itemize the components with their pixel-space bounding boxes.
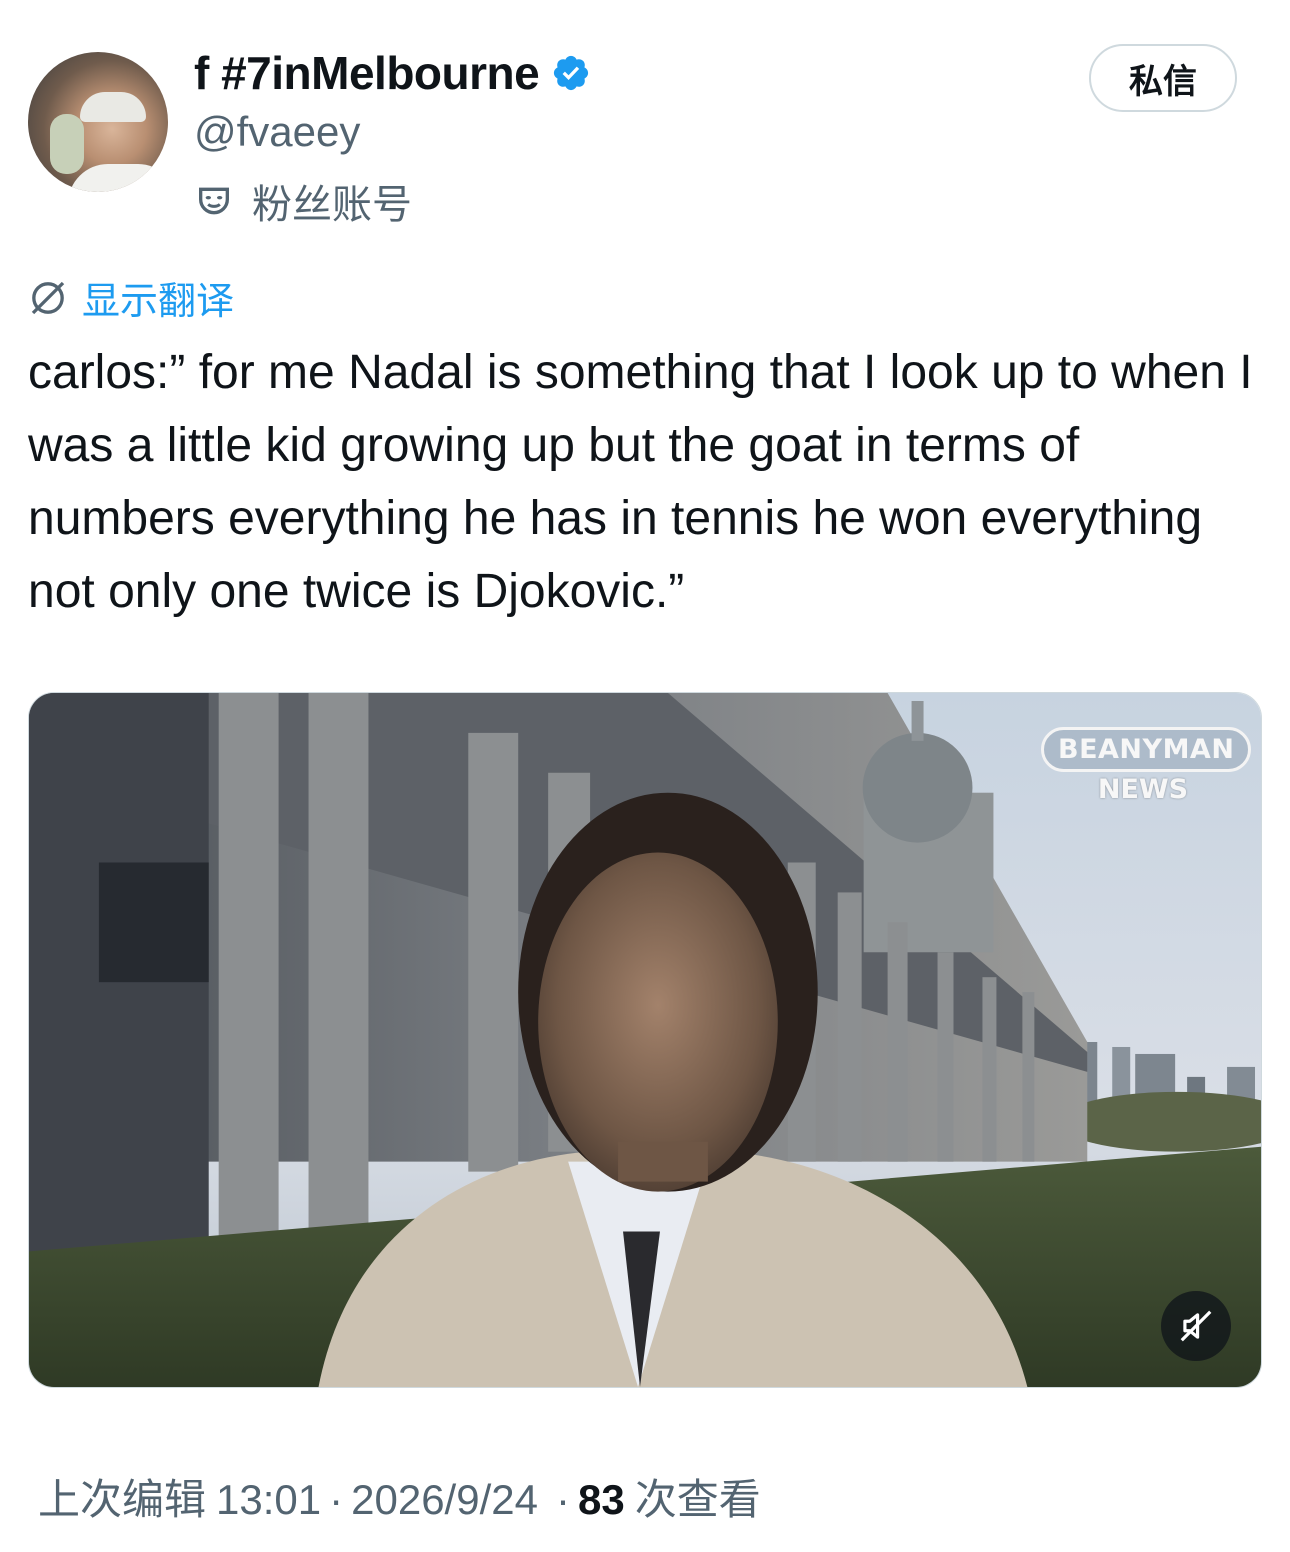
tweet-time[interactable]: 13:01 xyxy=(216,1476,321,1524)
user-handle[interactable]: @fvaeey xyxy=(194,108,360,156)
meta-separator: · xyxy=(329,1476,344,1523)
user-name-row[interactable]: f #7inMelbourne xyxy=(194,46,591,100)
mask-icon xyxy=(199,187,229,215)
avatar-cap xyxy=(80,92,146,122)
translate-link[interactable]: 显示翻译 xyxy=(28,270,234,325)
watermark: BEANYMAN NEWS xyxy=(1041,727,1252,805)
views-count[interactable]: 83 xyxy=(578,1476,625,1524)
edited-label[interactable]: 上次编辑 xyxy=(38,1466,206,1527)
translate-label[interactable]: 显示翻译 xyxy=(82,270,234,325)
mute-button[interactable] xyxy=(1161,1291,1231,1361)
avatar-shirt xyxy=(68,164,168,192)
display-name[interactable]: f #7inMelbourne xyxy=(194,46,540,100)
dm-button[interactable]: 私信 xyxy=(1089,44,1237,112)
account-label: 粉丝账号 xyxy=(252,183,412,227)
video-player[interactable]: BEANYMAN NEWS xyxy=(28,692,1262,1388)
watermark-line2: NEWS xyxy=(1097,774,1189,805)
tweet-meta: 上次编辑 13:01 · 2026/9/24 · 83 次查看 xyxy=(38,1466,761,1527)
globe-icon xyxy=(31,281,65,314)
tweet-text: carlos:” for me Nadal is something that … xyxy=(28,346,1253,618)
account-label-row: 粉丝账号 xyxy=(194,172,412,230)
verified-badge-icon xyxy=(554,55,589,91)
avatar-hand xyxy=(50,114,84,174)
watermark-line1: BEANYMAN xyxy=(1041,727,1252,772)
speaker-muted-icon xyxy=(1180,1310,1212,1342)
tweet-page: f #7inMelbourne @fvaeey 粉丝账号 私信 显示翻译 car… xyxy=(0,0,1290,1552)
tweet-date[interactable]: 2026/9/24 xyxy=(351,1476,538,1524)
views-label: 次查看 xyxy=(634,1476,761,1523)
avatar[interactable] xyxy=(28,52,168,192)
meta-separator-2: · xyxy=(555,1476,570,1523)
